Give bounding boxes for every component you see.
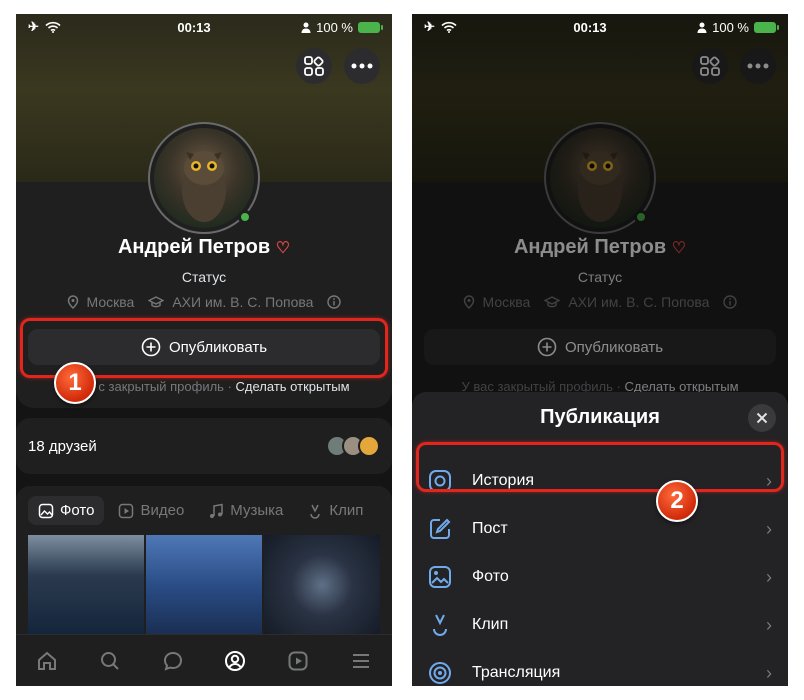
sheet-item-broadcast[interactable]: Трансляция › xyxy=(412,649,788,686)
highlight-story-item xyxy=(416,442,784,492)
friends-row[interactable]: 18 друзей xyxy=(16,418,392,474)
post-icon xyxy=(430,518,451,539)
sheet-item-photo[interactable]: Фото › xyxy=(412,553,788,601)
search-icon[interactable] xyxy=(98,649,122,673)
photo-thumbnail[interactable] xyxy=(28,535,144,635)
airplane-icon: ✈ xyxy=(28,19,39,34)
sheet-item-post[interactable]: Пост › xyxy=(412,505,788,553)
step-badge-2: 2 xyxy=(656,480,698,522)
tab-photo[interactable]: Фото xyxy=(28,496,105,525)
publish-sheet: Публикация История › Пост › Фото › Клип … xyxy=(412,392,788,686)
friend-avatar xyxy=(358,435,380,457)
close-button[interactable] xyxy=(748,404,776,432)
photo-thumbnail[interactable] xyxy=(264,535,380,635)
tab-music-label: Музыка xyxy=(230,502,284,519)
close-icon xyxy=(756,412,768,424)
tab-clips-label: Клип xyxy=(329,502,364,519)
profile-name: Андрей Петров xyxy=(117,236,271,258)
media-tabs: Фото Видео Музыка Клип xyxy=(16,486,392,535)
info-icon[interactable] xyxy=(327,295,342,309)
video-tab-icon[interactable] xyxy=(286,649,310,673)
more-button[interactable] xyxy=(344,48,380,84)
sheet-title: Публикация xyxy=(540,406,660,428)
location-icon xyxy=(67,295,78,309)
avatar[interactable] xyxy=(148,122,260,234)
chevron-right-icon: › xyxy=(766,566,772,587)
education-icon xyxy=(148,296,165,308)
photo-icon xyxy=(38,503,54,518)
make-open-link[interactable]: Сделать открытым xyxy=(236,379,350,394)
emoji-status-icon[interactable]: ♡ xyxy=(276,240,290,257)
tab-clips[interactable]: Клип xyxy=(297,496,373,525)
services-icon xyxy=(304,56,324,76)
status-bar: ✈ 00:13 100 % xyxy=(16,14,392,40)
home-icon[interactable] xyxy=(35,649,59,673)
tab-music[interactable]: Музыка xyxy=(198,496,293,525)
video-icon xyxy=(119,503,134,518)
clip-icon xyxy=(310,504,321,519)
profile-icon[interactable] xyxy=(223,649,247,673)
chevron-right-icon: › xyxy=(766,662,772,683)
photo-thumbnail[interactable] xyxy=(146,535,262,635)
closed-profile-text: с закрытый профиль · xyxy=(98,379,232,394)
clip-icon xyxy=(433,614,447,636)
photo-grid xyxy=(16,535,392,635)
profile-status[interactable]: Статус xyxy=(16,269,392,285)
person-icon xyxy=(697,22,707,33)
sheet-item-label: Фото xyxy=(472,568,509,585)
university-text: АХИ им. В. С. Попова xyxy=(172,294,314,310)
sheet-item-label: Трансляция xyxy=(472,664,561,681)
online-indicator xyxy=(238,210,252,224)
battery-icon xyxy=(754,21,779,33)
photo-icon xyxy=(429,566,451,588)
messages-icon[interactable] xyxy=(161,649,185,673)
chevron-right-icon: › xyxy=(766,518,772,539)
phone-screen-publish-sheet: Андрей Петров ♡ Статус Москва АХИ им. В.… xyxy=(412,14,788,686)
battery-percent: 100 % xyxy=(316,19,353,35)
music-icon xyxy=(210,503,224,518)
tab-video[interactable]: Видео xyxy=(108,496,194,525)
city-text: Москва xyxy=(86,294,135,310)
airplane-icon: ✈ xyxy=(424,19,435,34)
status-bar: ✈ 00:13 100 % xyxy=(412,14,788,40)
step-badge-1: 1 xyxy=(54,362,96,404)
chevron-right-icon: › xyxy=(766,614,772,635)
friends-count: 18 друзей xyxy=(28,437,97,455)
wifi-icon xyxy=(45,21,61,33)
menu-icon[interactable] xyxy=(349,649,373,673)
bottom-tab-bar xyxy=(16,634,392,686)
battery-percent: 100 % xyxy=(712,19,749,35)
tab-photo-label: Фото xyxy=(60,502,95,519)
more-icon xyxy=(351,63,373,69)
profile-info: Москва АХИ им. В. С. Попова xyxy=(16,294,392,310)
profile-name-row: Андрей Петров ♡ xyxy=(16,236,392,259)
sheet-item-label: Клип xyxy=(472,616,509,633)
tab-video-label: Видео xyxy=(140,502,185,519)
wifi-icon xyxy=(441,21,457,33)
friends-avatars xyxy=(326,435,380,457)
broadcast-icon xyxy=(429,662,451,684)
sheet-item-clip[interactable]: Клип › xyxy=(412,601,788,649)
sheet-item-label: Пост xyxy=(472,520,508,537)
services-button[interactable] xyxy=(296,48,332,84)
clock: 00:13 xyxy=(573,19,607,35)
battery-icon xyxy=(358,21,383,33)
person-icon xyxy=(301,22,311,33)
clock: 00:13 xyxy=(177,19,211,35)
